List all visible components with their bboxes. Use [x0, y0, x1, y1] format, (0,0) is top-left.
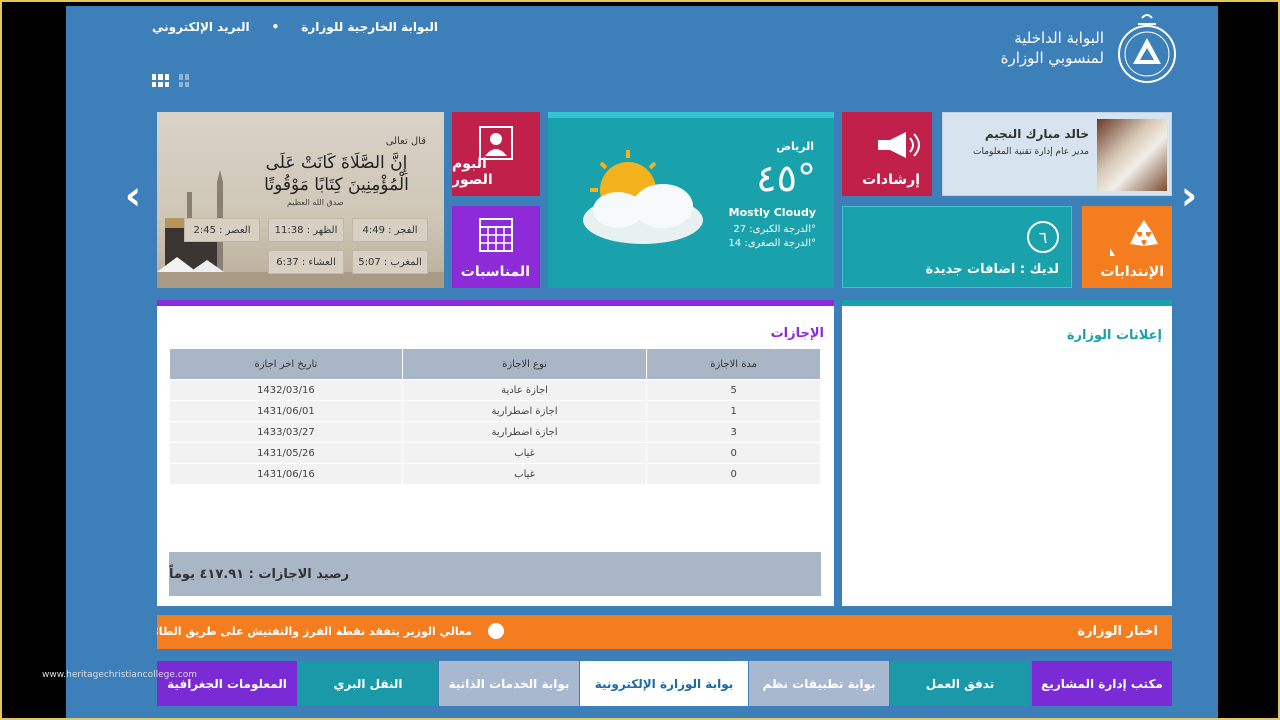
- ministry-logo-icon: [1118, 14, 1176, 83]
- prayer-dhuhr: الظهر : 11:38: [268, 218, 344, 242]
- table-row: 1 اجازة اضطرارية 1431/06/01: [170, 401, 820, 421]
- weather-temp: ٤٥°: [756, 156, 816, 200]
- photo-album-label: البوم الصور: [452, 156, 493, 188]
- leaves-title: الإجازات: [770, 326, 824, 341]
- table-row: 3 اجازة اضطرارية 1433/03/27: [170, 422, 820, 442]
- cell-date: 1432/03/16: [170, 380, 402, 400]
- news-bullet-icon: [488, 623, 504, 639]
- avatar: [1097, 119, 1167, 191]
- leave-balance-text: رصيد الاجازات : ٤١٧.٩١ يوماً: [169, 566, 350, 582]
- prayer-asr: العصر : 2:45: [184, 218, 260, 242]
- news-bar: اخبار الوزارة معالي الوزير يتفقد نقطة ال…: [157, 615, 1172, 649]
- cell-type: غياب: [402, 464, 647, 484]
- new-additions-tile[interactable]: ٦ لديك : اضافات جديدة: [842, 206, 1072, 288]
- top-nav: البوابة الخارجية للوزارة • البريد الإلكت…: [152, 20, 438, 34]
- col-last-date: تاريخ اخر اجازة: [170, 349, 402, 379]
- cell-duration: 0: [647, 464, 820, 484]
- cell-type: اجازة اضطرارية: [402, 401, 647, 421]
- mouse-cursor-icon: [1110, 248, 1115, 256]
- tab-label: بوابة تطبيقات نظم: [762, 676, 876, 691]
- next-arrow-icon[interactable]: ›: [1174, 176, 1204, 216]
- guidance-tile[interactable]: إرشادات: [842, 112, 932, 196]
- brand-line-2: لمنسوبي الوزارة: [1000, 49, 1104, 67]
- occasions-label: المناسبات: [460, 264, 530, 280]
- nav-separator: •: [271, 20, 280, 34]
- verse-attribution: صدق الله العظيم: [287, 198, 344, 207]
- weather-max: الدرجة الكبرى: 27°: [733, 224, 816, 235]
- cell-duration: 5: [647, 380, 820, 400]
- tab-nuthum-apps[interactable]: بوابة تطبيقات نظم: [749, 661, 889, 706]
- nominations-label: الإنتدابات: [1100, 264, 1164, 280]
- email-link[interactable]: البريد الإلكتروني: [152, 20, 250, 34]
- profile-name: خالد مبارك النجيم: [984, 127, 1089, 141]
- ministry-ads-title: إعلانات الوزارة: [1066, 328, 1162, 343]
- cell-type: اجازة اضطرارية: [402, 422, 647, 442]
- cell-duration: 1: [647, 401, 820, 421]
- new-additions-label: لديك : اضافات جديدة: [925, 262, 1059, 277]
- recycle-icon: [1130, 220, 1158, 246]
- weather-condition: Mostly Cloudy: [728, 206, 816, 219]
- tab-label: النقل البري: [333, 676, 403, 691]
- tab-label: مكتب إدارة المشاريع: [1041, 676, 1163, 691]
- quran-verse: إِنَّ الصَّلَاةَ كَانَتْ عَلَى الْمُؤْمِ…: [264, 153, 409, 195]
- external-portal-link[interactable]: البوابة الخارجية للوزارة: [301, 20, 438, 34]
- prayer-maghrib: المغرب : 5:07: [352, 250, 428, 274]
- cell-date: 1433/03/27: [170, 422, 402, 442]
- cell-type: اجازة عادية: [402, 380, 647, 400]
- tile-view-icon[interactable]: [179, 74, 189, 87]
- profile-title: مدير عام إدارة تقنية المعلومات: [973, 147, 1089, 157]
- brand-line-1: البوابة الداخلية: [1014, 29, 1104, 47]
- photo-album-tile[interactable]: البوم الصور: [452, 112, 540, 196]
- leaves-panel: الإجازات مدة الاجازة نوع الاجازة تاريخ ا…: [157, 300, 834, 606]
- occasions-tile[interactable]: المناسبات: [452, 206, 540, 288]
- cell-date: 1431/05/26: [170, 443, 402, 463]
- quote-intro: قال تعالى: [385, 136, 426, 147]
- calendar-icon: [479, 218, 513, 252]
- prayer-fajr: الفجر : 4:49: [352, 218, 428, 242]
- weather-city: الرياض: [776, 140, 814, 153]
- news-headline[interactable]: معالي الوزير يتفقد نقطة الفرز والتفتيش ع…: [157, 625, 472, 638]
- video-frame: البوابة الخارجية للوزارة • البريد الإلكت…: [0, 0, 1280, 720]
- ministry-ads-panel: إعلانات الوزارة: [842, 300, 1172, 606]
- nominations-tile[interactable]: الإنتدابات: [1082, 206, 1172, 288]
- tab-label: تدفق العمل: [925, 676, 995, 691]
- weather-tile: الرياض ٤٥° Mostly Cloudy الدرجة الكبرى: …: [548, 112, 834, 288]
- tab-project-office[interactable]: مكتب إدارة المشاريع: [1032, 661, 1172, 706]
- cell-date: 1431/06/01: [170, 401, 402, 421]
- table-row: 0 غياب 1431/06/16: [170, 464, 820, 484]
- news-title: اخبار الوزارة: [1077, 624, 1158, 639]
- prev-arrow-icon[interactable]: ‹: [118, 176, 148, 216]
- leaves-table: مدة الاجازة نوع الاجازة تاريخ اخر اجازة …: [169, 348, 821, 485]
- profile-card: خالد مبارك النجيم مدير عام إدارة تقنية ا…: [942, 112, 1172, 196]
- col-duration: مدة الاجازة: [647, 349, 820, 379]
- guidance-label: إرشادات: [862, 172, 920, 188]
- tab-self-services[interactable]: بوابة الخدمات الذاتية: [439, 661, 579, 706]
- prayer-times-tile: قال تعالى إِنَّ الصَّلَاةَ كَانَتْ عَلَى…: [157, 112, 444, 288]
- cell-type: غياب: [402, 443, 647, 463]
- cell-duration: 0: [647, 443, 820, 463]
- photo-icon: [479, 126, 513, 160]
- prayer-isha: العشاء : 6:37: [268, 250, 344, 274]
- new-additions-count: ٦: [1027, 221, 1059, 253]
- weather-min: الدرجة الصغرى: 14°: [728, 238, 816, 249]
- tab-geographic-info[interactable]: المعلومات الجغرافية: [157, 661, 297, 706]
- brand: البوابة الداخلية لمنسوبي الوزارة: [1001, 8, 1178, 88]
- tab-ministry-portal[interactable]: بوابة الوزارة الإلكترونية: [580, 661, 748, 706]
- tab-land-transport[interactable]: النقل البري: [298, 661, 438, 706]
- tab-label: بوابة الخدمات الذاتية: [448, 676, 570, 691]
- megaphone-icon: [878, 132, 920, 158]
- watermark: www.heritagechristiancollege.com: [42, 670, 197, 680]
- grid-view-icon[interactable]: [152, 74, 169, 87]
- partly-cloudy-icon: [583, 150, 703, 244]
- cell-duration: 3: [647, 422, 820, 442]
- table-row: 5 اجازة عادية 1432/03/16: [170, 380, 820, 400]
- table-row: 0 غياب 1431/05/26: [170, 443, 820, 463]
- tab-label: بوابة الوزارة الإلكترونية: [594, 676, 734, 691]
- leave-balance: رصيد الاجازات : ٤١٧.٩١ يوماً: [169, 552, 821, 596]
- cell-date: 1431/06/16: [170, 464, 402, 484]
- portal-page: البوابة الخارجية للوزارة • البريد الإلكت…: [66, 6, 1218, 718]
- view-toggle: [152, 74, 189, 87]
- col-type: نوع الاجازة: [402, 349, 647, 379]
- tab-workflow[interactable]: تدفق العمل: [890, 661, 1030, 706]
